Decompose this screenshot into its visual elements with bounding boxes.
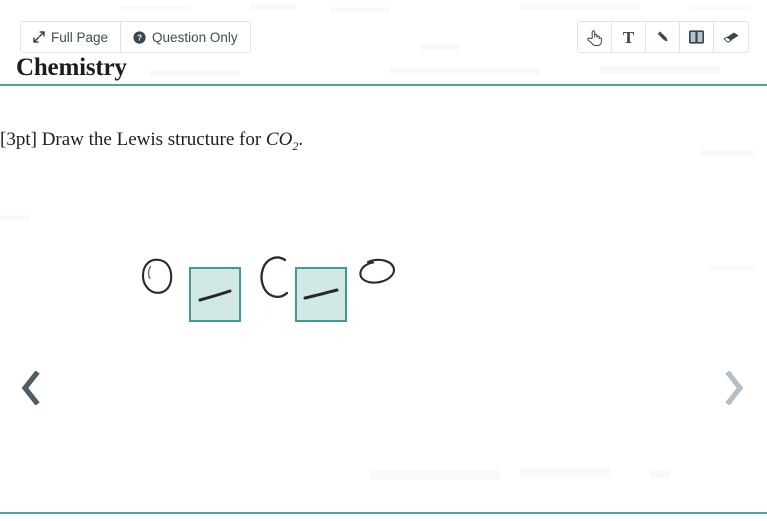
split-columns-icon — [689, 30, 704, 44]
question-formula: CO2 — [265, 129, 298, 153]
eraser-icon — [722, 31, 740, 44]
view-mode-button-group: Full Page ? Question Only — [20, 21, 251, 53]
question-prompt-text: Draw the Lewis structure for — [41, 129, 262, 150]
previous-question-button[interactable] — [8, 364, 54, 412]
question-prompt: [3pt] Draw the Lewis structure for CO2. — [0, 129, 303, 154]
handwritten-mark-o-right — [356, 251, 410, 331]
svg-text:?: ? — [137, 32, 142, 42]
question-circle-icon: ? — [133, 30, 146, 44]
handwritten-mark-o-left — [138, 251, 192, 331]
expand-arrows-icon — [33, 31, 45, 43]
question-area: [3pt] Draw the Lewis structure for CO2. — [0, 86, 767, 513]
pointing-hand-icon — [587, 29, 602, 46]
highlighted-bond-1[interactable] — [189, 267, 241, 322]
select-tool-button[interactable] — [578, 22, 612, 52]
next-question-button[interactable] — [711, 364, 757, 412]
annotation-tool-palette: T — [577, 21, 749, 53]
question-points: [3pt] — [0, 129, 37, 150]
full-page-button[interactable]: Full Page — [21, 22, 122, 52]
pencil-icon — [655, 29, 671, 45]
chevron-right-icon — [723, 371, 745, 405]
highlighted-bond-2[interactable] — [295, 267, 347, 322]
chevron-left-icon — [20, 371, 42, 405]
question-only-label: Question Only — [152, 29, 238, 45]
question-only-button[interactable]: ? Question Only — [121, 22, 250, 52]
bottom-divider — [0, 512, 767, 514]
text-icon: T — [622, 27, 635, 47]
formula-base: CO — [265, 129, 293, 150]
question-terminator: . — [298, 129, 304, 150]
pencil-tool-button[interactable] — [646, 22, 680, 52]
eraser-tool-button[interactable] — [714, 22, 748, 52]
handwritten-answer[interactable] — [138, 251, 408, 331]
page-title: Chemistry — [16, 54, 127, 81]
text-tool-button[interactable]: T — [612, 22, 646, 52]
full-page-label: Full Page — [51, 29, 109, 45]
split-view-tool-button[interactable] — [680, 22, 714, 52]
